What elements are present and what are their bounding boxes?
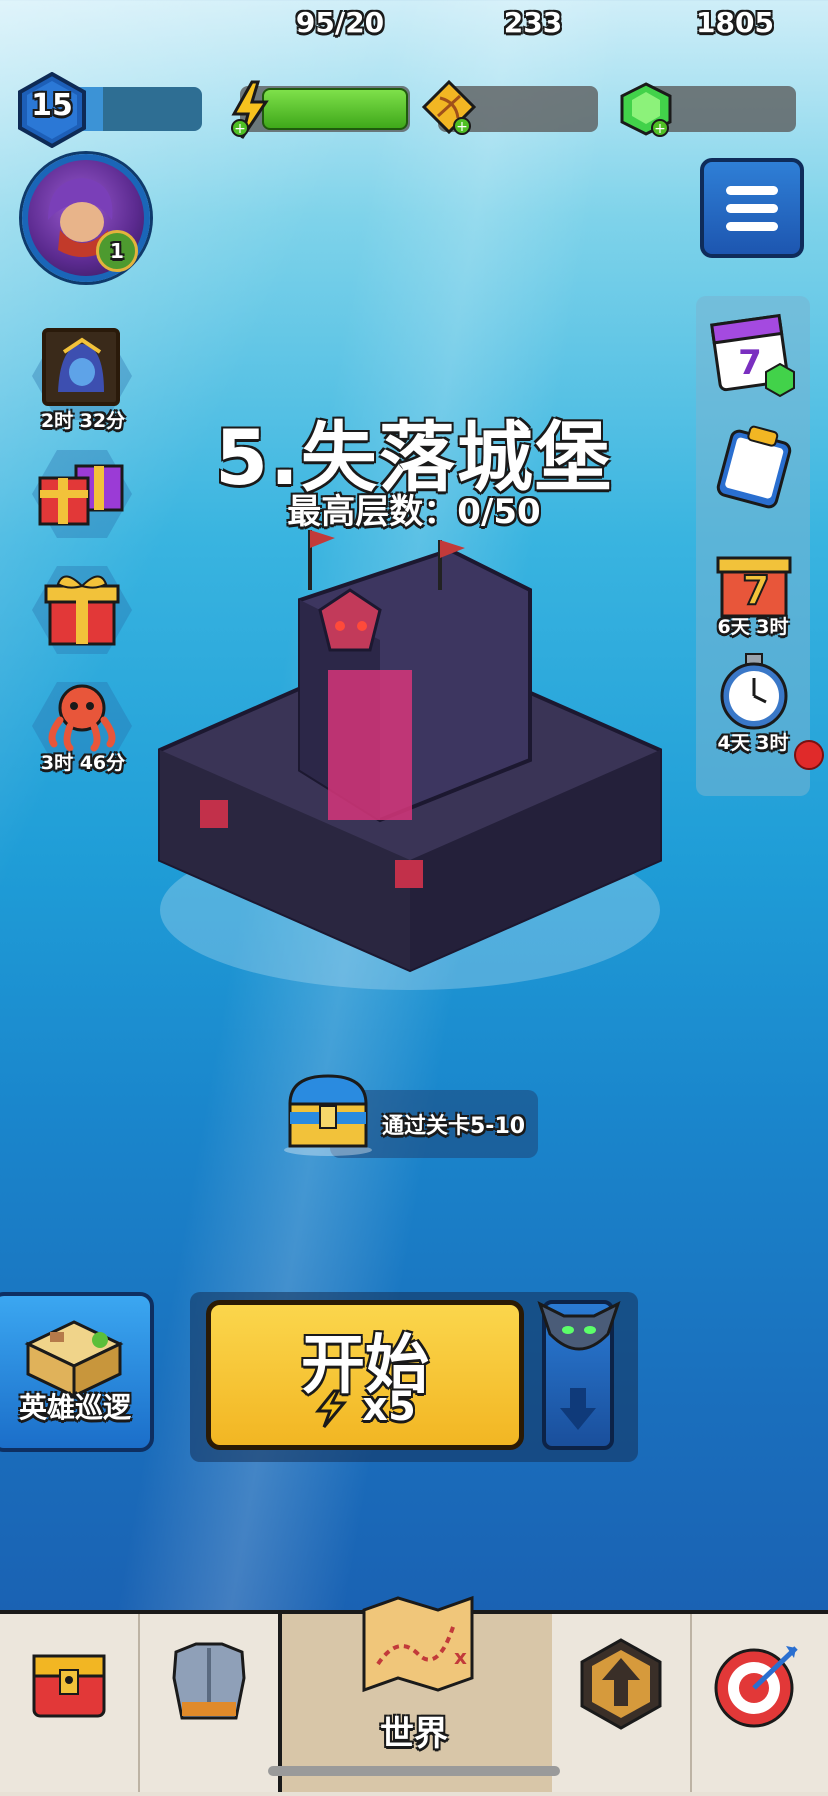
armor-icon — [172, 1642, 246, 1720]
stopwatch-timer: 4天 3时 — [717, 732, 789, 754]
bow-arrow-plus-icon[interactable]: + — [420, 78, 478, 140]
calendar-7-icon: 7 — [710, 313, 795, 398]
home-indicator — [268, 1766, 560, 1776]
boss-select-button[interactable] — [537, 1300, 621, 1450]
nav-challenge[interactable] — [692, 1614, 828, 1792]
arrow-down-icon — [560, 1388, 596, 1430]
octopus-icon — [48, 684, 116, 752]
gems-value: 1805 — [696, 6, 774, 39]
player-level: 15 — [31, 88, 73, 123]
demon-helmet-icon — [537, 1301, 621, 1351]
octopus-event-button[interactable]: 3时 46分 — [28, 676, 138, 776]
nav-equipment[interactable] — [140, 1614, 280, 1792]
svg-text:7: 7 — [738, 343, 762, 383]
octopus-timer: 3时 46分 — [40, 752, 126, 774]
svg-text:+: + — [234, 121, 246, 137]
notification-dot — [794, 740, 824, 770]
nav-world-label: 世界 — [380, 1714, 448, 1754]
svg-text:x: x — [454, 1645, 467, 1669]
reward-condition: 通过关卡5-10 — [382, 1114, 526, 1139]
energy-bar — [262, 88, 408, 130]
start-cost-value: x5 — [362, 1384, 416, 1430]
menu-button[interactable] — [700, 158, 804, 258]
svg-text:+: + — [456, 119, 468, 135]
lightning-plus-icon[interactable]: + — [228, 80, 272, 140]
gift-button[interactable] — [28, 560, 138, 660]
gift-timer: 6天 3时 — [717, 616, 789, 638]
hamburger-line — [726, 186, 778, 195]
calendar-button[interactable]: 7 — [700, 304, 806, 404]
hamburger-line — [726, 204, 778, 213]
upgrade-arrow-icon — [580, 1638, 662, 1730]
hero-patrol-button[interactable] — [0, 1292, 154, 1452]
nav-shop[interactable] — [0, 1614, 140, 1792]
xp-progress-bar — [78, 87, 202, 131]
seven-day-gift-button[interactable]: 7 6天 3时 — [700, 536, 806, 638]
energy-value: 95/20 — [295, 6, 385, 39]
castle-stage-image[interactable] — [150, 530, 670, 1000]
lightning-icon — [315, 1389, 348, 1428]
stopwatch-button[interactable]: 4天 3时 — [700, 652, 806, 754]
svg-text:+: + — [654, 121, 666, 137]
svg-text:7: 7 — [742, 568, 770, 614]
stopwatch-icon — [720, 653, 788, 730]
nav-upgrade[interactable] — [552, 1614, 692, 1792]
gift-7-icon: 7 — [716, 556, 792, 618]
gem-plus-icon[interactable]: + — [616, 80, 676, 140]
locked-chest-icon — [32, 1654, 106, 1718]
hamburger-line — [726, 222, 778, 231]
hooded-hero-icon — [42, 328, 120, 406]
map-icon: x — [362, 1595, 474, 1693]
avatar-level-badge: 1 — [96, 230, 138, 272]
start-cost: x5 — [206, 1384, 524, 1430]
treasure-chest-icon[interactable] — [280, 1068, 376, 1158]
stage-best-floor: 最高层数：0/50 — [287, 492, 541, 532]
gift-box-icon — [44, 575, 120, 646]
target-arrow-icon — [714, 1646, 798, 1728]
hero-patrol-label: 英雄巡逻 — [18, 1391, 131, 1424]
arrows-value: 233 — [503, 6, 563, 39]
